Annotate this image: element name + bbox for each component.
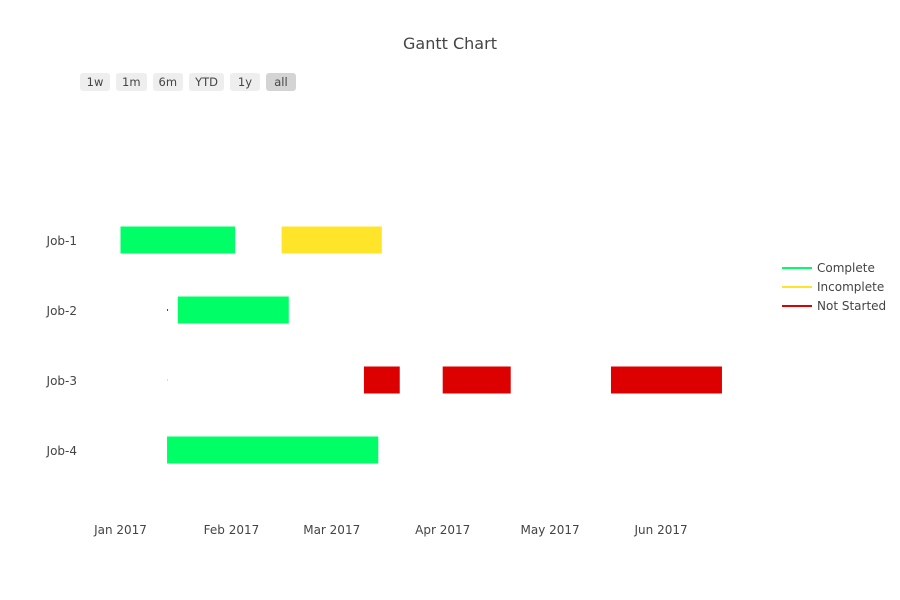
gantt-bar-job-1-1[interactable] [281, 226, 382, 254]
legend-item-complete[interactable]: Complete [782, 258, 886, 277]
gantt-bar-job-3-5[interactable] [363, 366, 400, 394]
legend-label: Incomplete [817, 279, 885, 294]
gantt-bar-job-1-0[interactable] [120, 226, 236, 254]
x-tick-label: Jun 2017 [634, 523, 688, 537]
x-tick-label: Feb 2017 [204, 523, 260, 537]
legend-label: Not Started [817, 298, 887, 313]
gantt-bar-job-3-7[interactable] [610, 366, 722, 394]
x-axis: Jan 2017 Feb 2017 Mar 2017 Apr 2017 May 2017… [93, 523, 688, 537]
bars-layer [120, 226, 722, 464]
y-tick-label: Job-4 [46, 444, 77, 458]
y-tick-label: Job-3 [46, 374, 77, 388]
x-tick-label: Jan 2017 [93, 523, 147, 537]
y-tick-label: Job-2 [46, 304, 77, 318]
gantt-bar-job-3-4[interactable] [167, 379, 169, 381]
x-tick-label: May 2017 [521, 523, 580, 537]
x-tick-label: Apr 2017 [415, 523, 470, 537]
x-tick-label: Mar 2017 [303, 523, 360, 537]
gantt-bar-job-2-3[interactable] [177, 296, 289, 324]
legend-item-incomplete[interactable]: Incomplete [782, 277, 886, 296]
y-axis: Job-1 Job-2 Job-3 Job-4 [46, 234, 77, 458]
legend-label: Complete [817, 260, 875, 275]
legend-item-not-started[interactable]: Not Started [782, 296, 886, 315]
gantt-bar-job-3-6[interactable] [442, 366, 511, 394]
gantt-plot[interactable]: Job-1 Job-2 Job-3 Job-4 Jan 2017 Feb 2017 Mar… [0, 0, 900, 600]
legend: Complete Incomplete Not Started [782, 258, 886, 315]
y-tick-label: Job-1 [46, 234, 77, 248]
legend-swatch-incomplete [782, 285, 812, 288]
gantt-bar-job-4-8[interactable] [167, 436, 379, 464]
gantt-bar-job-2-2[interactable] [167, 309, 169, 311]
legend-swatch-not-started [782, 304, 812, 307]
legend-swatch-complete [782, 266, 812, 269]
